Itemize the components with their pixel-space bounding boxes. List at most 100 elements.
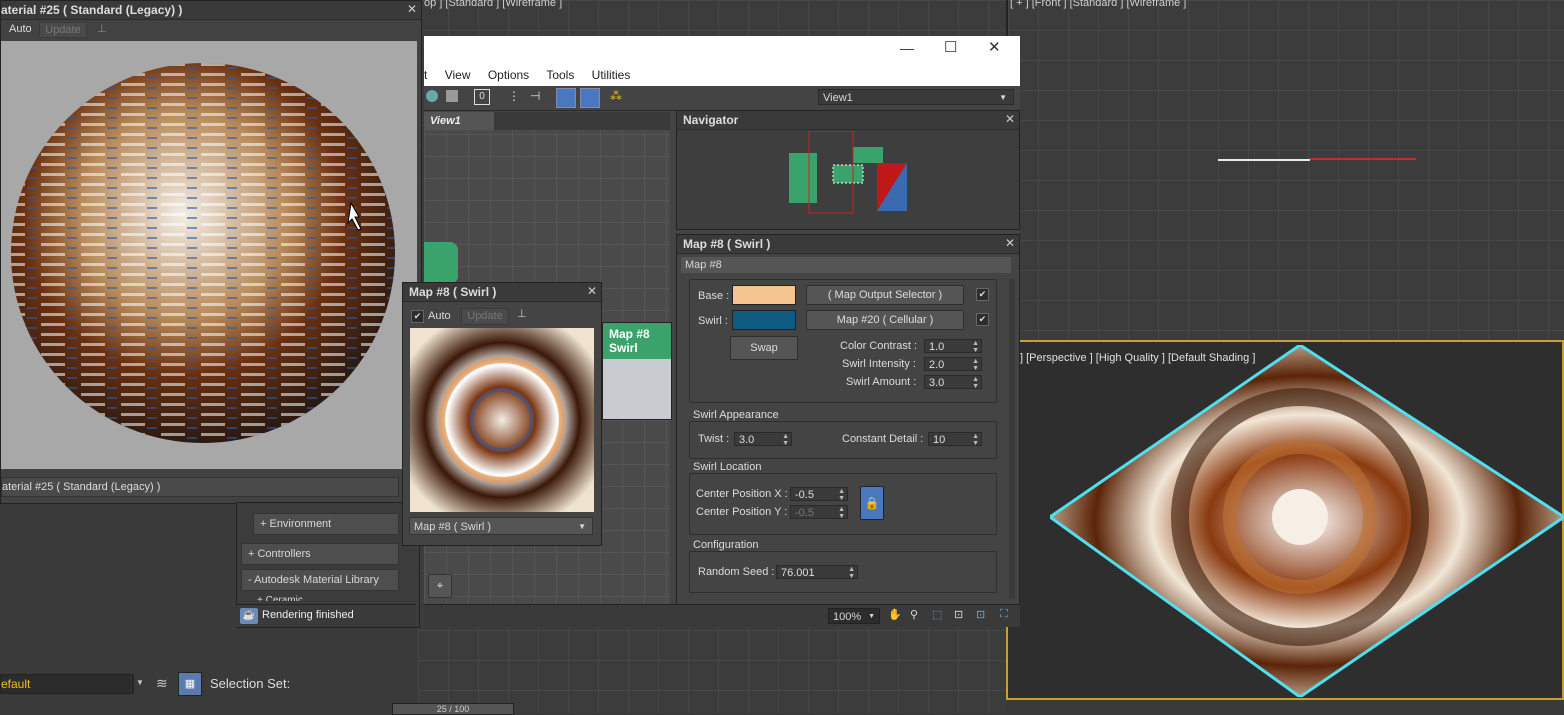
auto-checkbox[interactable]: ✔ bbox=[411, 310, 424, 323]
auto-label: Auto bbox=[428, 310, 451, 322]
browser-item-environment[interactable]: + Environment bbox=[253, 513, 399, 535]
binoculars-icon[interactable]: ⌖ bbox=[428, 574, 452, 598]
browser-item-material-library[interactable]: - Autodesk Material Library bbox=[241, 569, 399, 591]
chevron-down-icon: ▼ bbox=[868, 613, 875, 620]
view-tab[interactable]: View1 bbox=[424, 112, 498, 130]
slate-titlebar: — ☐ ✕ bbox=[424, 36, 1020, 64]
minimize-icon[interactable]: — bbox=[900, 40, 914, 56]
viewport-top-left-label: op ] [Standard ] [Wireframe ] bbox=[424, 0, 563, 9]
status-text: Rendering finished bbox=[262, 609, 354, 621]
layer-field[interactable]: efault bbox=[0, 674, 134, 694]
navigator-title: Navigator bbox=[677, 111, 1019, 130]
close-icon[interactable]: ✕ bbox=[407, 2, 417, 16]
selection-set-icon[interactable]: ▦ bbox=[178, 672, 202, 696]
layout-icon[interactable]: ⋮ bbox=[508, 89, 520, 103]
close-icon[interactable]: ✕ bbox=[1005, 236, 1015, 250]
map-name-field[interactable]: Map #8 bbox=[681, 257, 1011, 273]
auto-label[interactable]: Auto bbox=[9, 23, 32, 35]
perspective-swirl-plane[interactable] bbox=[1050, 345, 1564, 697]
swirl-preview-dropdown[interactable]: Map #8 ( Swirl ) ▼ bbox=[409, 517, 593, 535]
center-x-value: -0.5 bbox=[795, 489, 814, 501]
configuration-header: Configuration bbox=[693, 539, 759, 551]
zoom-extents-icon[interactable]: ⊡ bbox=[954, 608, 963, 621]
swirl-map-checkbox[interactable]: ✔ bbox=[976, 313, 989, 326]
time-slider[interactable]: 25 / 100 bbox=[392, 703, 514, 715]
parameter-panel: Map #8 ( Swirl ) ✕ Map #8 Base : ( Map O… bbox=[676, 234, 1020, 606]
color-contrast-label: Color Contrast : bbox=[840, 340, 918, 352]
viewport-front[interactable] bbox=[1006, 0, 1564, 340]
base-map-checkbox[interactable]: ✔ bbox=[976, 288, 989, 301]
chevron-down-icon: ▼ bbox=[999, 93, 1007, 102]
swap-button[interactable]: Swap bbox=[730, 336, 798, 360]
navigator-thumbnail[interactable] bbox=[787, 131, 911, 215]
viewport-front-label: [ + ] [Front ] [Standard ] [Wireframe ] bbox=[1010, 0, 1187, 9]
pick-icon[interactable]: ⊥ bbox=[517, 307, 527, 320]
front-axis-red bbox=[1310, 158, 1416, 160]
twist-spinner[interactable]: 3.0 ▲ ▼ bbox=[734, 432, 792, 447]
layout-children-icon[interactable]: ⊣ bbox=[530, 89, 540, 103]
checker-icon[interactable] bbox=[446, 90, 458, 102]
swirl-preview-window: Map #8 ( Swirl ) ✕ ✔ Auto Update ⊥ Map #… bbox=[402, 282, 602, 546]
close-icon[interactable]: ✕ bbox=[587, 284, 597, 298]
material-node-stub[interactable] bbox=[424, 242, 458, 284]
view-dropdown[interactable]: View1 ▼ bbox=[818, 89, 1014, 105]
base-map-button[interactable]: ( Map Output Selector ) bbox=[806, 285, 964, 305]
swirl-amount-spinner[interactable]: 3.0 ▲ ▼ bbox=[924, 375, 982, 390]
swirl-intensity-label: Swirl Intensity : bbox=[842, 358, 916, 370]
configuration-group: Random Seed : 76.001 ▲ ▼ bbox=[689, 551, 997, 593]
maximize-view-icon[interactable]: ⛶ bbox=[1000, 608, 1008, 621]
color-contrast-spinner[interactable]: 1.0 ▲ ▼ bbox=[924, 339, 982, 354]
constant-detail-value: 10 bbox=[933, 434, 946, 446]
zoom-extents-selected-icon[interactable]: ⊡ bbox=[976, 608, 985, 621]
swirl-intensity-spinner[interactable]: 2.0 ▲ ▼ bbox=[924, 357, 982, 372]
zoom-dropdown[interactable]: 100% ▼ bbox=[828, 608, 880, 624]
material-window-title: aterial #25 ( Standard (Legacy) ) bbox=[1, 1, 421, 20]
chevron-down-icon: ▼ bbox=[578, 522, 586, 531]
swirl-appearance-header: Swirl Appearance bbox=[693, 409, 779, 421]
browser-item-controllers[interactable]: + Controllers bbox=[241, 543, 399, 565]
zoom-icon[interactable]: ⚲ bbox=[910, 608, 918, 621]
slate-menubar: t View Options Tools Utilities bbox=[424, 64, 1020, 86]
layers-icon[interactable]: ≋ bbox=[156, 675, 168, 692]
param-editor-icon[interactable] bbox=[556, 88, 576, 108]
swirl-color-swatch[interactable] bbox=[732, 310, 796, 330]
nav-icon[interactable] bbox=[580, 88, 600, 108]
constant-detail-spinner[interactable]: 10 ▲ ▼ bbox=[928, 432, 982, 447]
center-x-spinner[interactable]: -0.5 ▲ ▼ bbox=[790, 487, 848, 502]
update-button[interactable]: Update bbox=[461, 308, 509, 325]
swirl-map-button[interactable]: Map #20 ( Cellular ) bbox=[806, 310, 964, 330]
map-display-icon[interactable]: 0 bbox=[474, 89, 490, 105]
pan-icon[interactable]: ✋ bbox=[888, 608, 902, 621]
menu-item-view[interactable]: View bbox=[445, 68, 471, 82]
menu-item-tools[interactable]: Tools bbox=[546, 68, 574, 82]
pick-icon[interactable]: ⊥ bbox=[97, 22, 107, 35]
pick-material-icon[interactable]: ⁂ bbox=[610, 89, 622, 103]
swirl-preview-title: Map #8 ( Swirl ) bbox=[403, 283, 601, 302]
close-icon[interactable]: ✕ bbox=[988, 38, 1001, 56]
swirl-amount-value: 3.0 bbox=[929, 377, 945, 389]
base-color-swatch[interactable] bbox=[732, 285, 796, 305]
browser-item-ceramic[interactable]: + Ceramic bbox=[257, 595, 303, 601]
zoom-region-icon[interactable]: ⬚ bbox=[932, 608, 942, 621]
sphere-icon[interactable] bbox=[426, 90, 438, 102]
update-button[interactable]: Update bbox=[39, 22, 87, 38]
random-seed-spinner[interactable]: 76.001 ▲ ▼ bbox=[776, 565, 858, 580]
center-y-spinner[interactable]: -0.5 ▲ ▼ bbox=[790, 505, 848, 520]
material-name-field[interactable]: aterial #25 ( Standard (Legacy) ) bbox=[1, 477, 399, 497]
layer-dropdown-icon[interactable]: ▼ bbox=[136, 678, 144, 687]
panel-scrollbar[interactable] bbox=[1009, 279, 1015, 599]
menu-item-utilities[interactable]: Utilities bbox=[592, 68, 631, 82]
node-title-line1: Map #8 bbox=[609, 327, 650, 341]
material-render-area bbox=[1, 41, 417, 469]
zoom-value: 100% bbox=[833, 611, 862, 623]
menu-item-options[interactable]: Options bbox=[488, 68, 529, 82]
swirl-node[interactable]: Map #8 Swirl bbox=[602, 322, 672, 420]
swirl-label: Swirl : bbox=[698, 315, 728, 327]
swirl-preview-image bbox=[410, 328, 594, 512]
navigator-panel: Navigator ✕ bbox=[676, 110, 1020, 230]
maximize-icon[interactable]: ☐ bbox=[944, 38, 957, 56]
menu-item-edit[interactable]: t bbox=[424, 68, 427, 82]
swirl-node-header: Map #8 Swirl bbox=[603, 323, 671, 359]
lock-icon[interactable]: 🔒 bbox=[860, 486, 884, 520]
close-icon[interactable]: ✕ bbox=[1005, 112, 1015, 126]
